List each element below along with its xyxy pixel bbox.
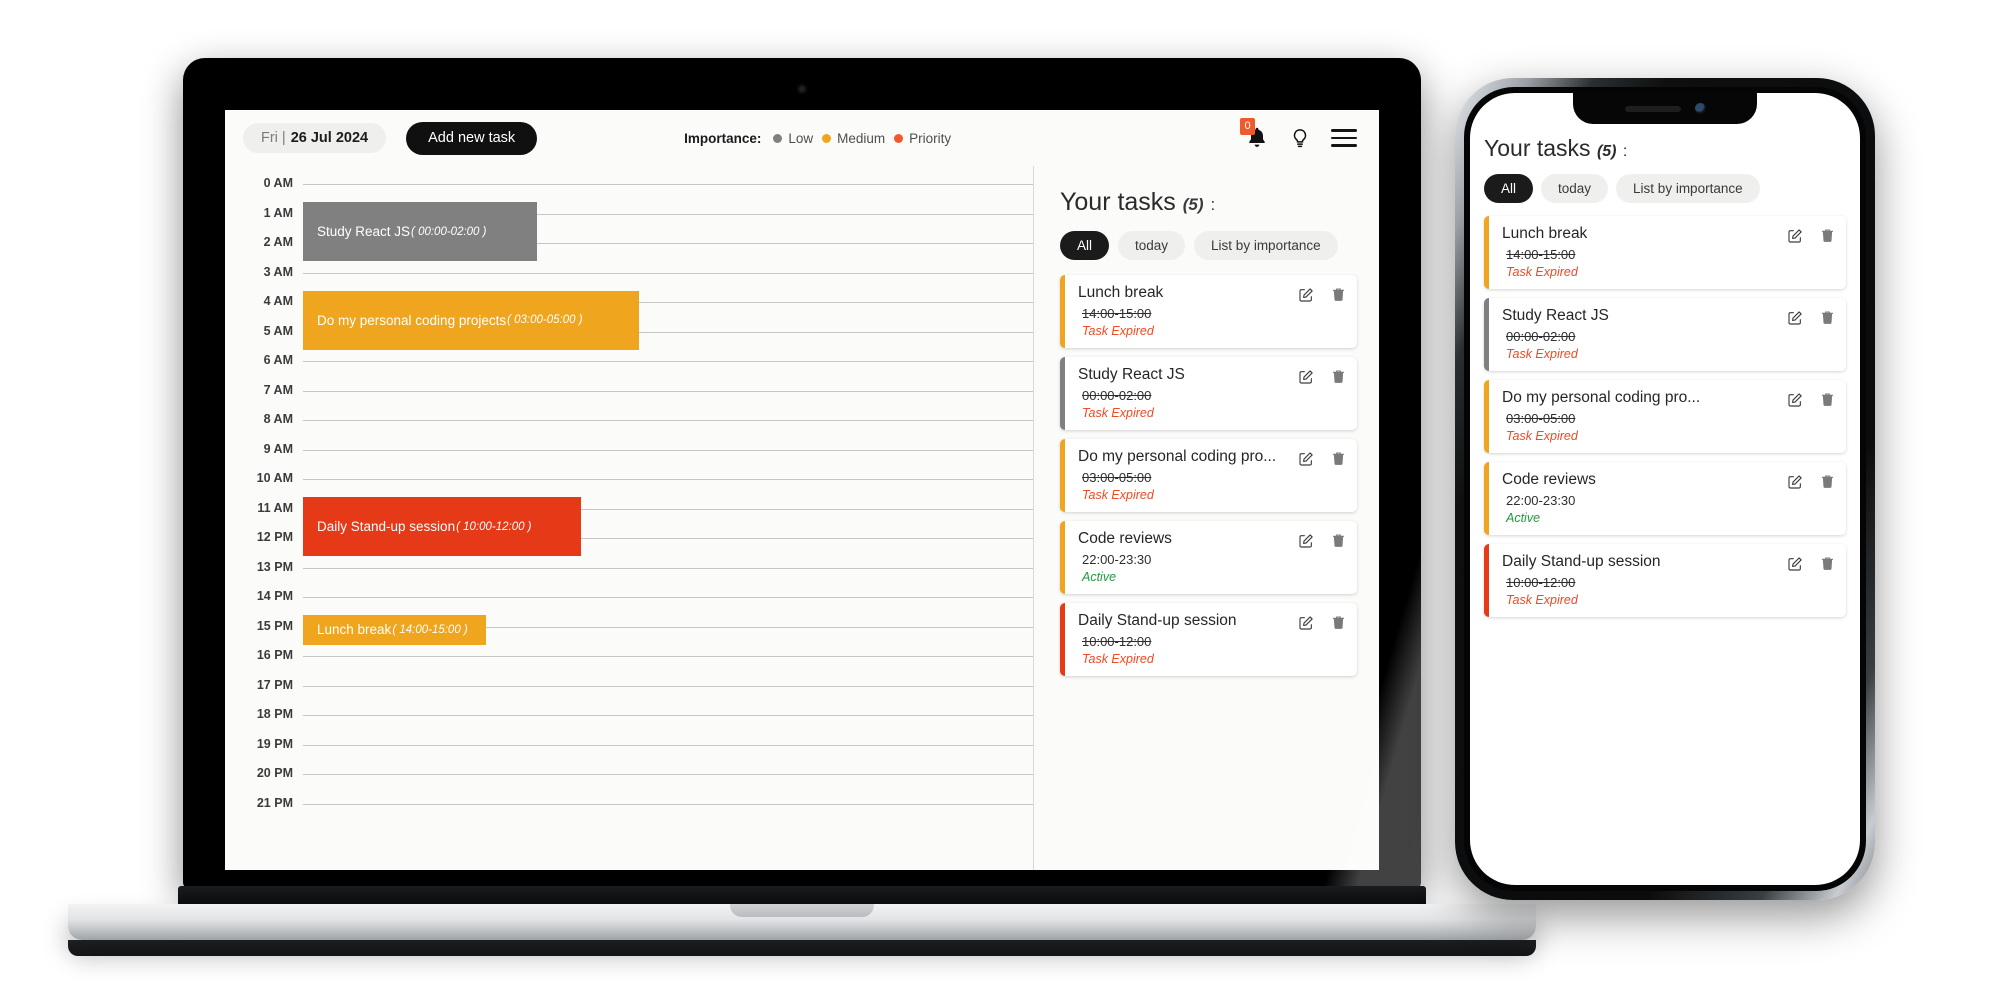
- edit-icon[interactable]: [1787, 392, 1803, 408]
- task-card-title: Study React JS: [1502, 307, 1609, 324]
- task-card-title: Daily Stand-up session: [1502, 553, 1661, 570]
- phone-tasks-colon: :: [1622, 143, 1628, 160]
- task-card-header: Code reviews: [1502, 471, 1835, 490]
- phone-bezel: Your tasks (5) : All today List by importa…: [1464, 87, 1866, 891]
- task-card-status: Task Expired: [1506, 429, 1578, 443]
- phone-filter-chip-all[interactable]: All: [1484, 174, 1534, 203]
- task-card-time: 14:00-15:00: [1506, 247, 1576, 262]
- trash-icon[interactable]: [1820, 391, 1835, 408]
- laptop-lid: Fri | 26 Jul 2024 Add new task Importanc…: [183, 58, 1421, 890]
- task-card-header: Lunch break: [1502, 225, 1835, 244]
- task-card-header: Study React JS: [1502, 307, 1835, 326]
- laptop-base-notch: [730, 904, 874, 917]
- trash-icon[interactable]: [1820, 555, 1835, 572]
- phone-task-filter-chips: All today List by importance: [1484, 174, 1846, 203]
- phone-tasks-heading-text: Your tasks: [1484, 135, 1591, 161]
- phone-front-camera-icon: [1694, 103, 1706, 114]
- task-card-title: Do my personal coding pro...: [1502, 389, 1701, 406]
- trash-icon[interactable]: [1820, 227, 1835, 244]
- edit-icon[interactable]: [1787, 556, 1803, 572]
- phone-task-app: Your tasks (5) : All today List by importa…: [1470, 93, 1860, 617]
- phone-task-card[interactable]: Lunch break 14:00-15:00 Task Expired: [1484, 216, 1846, 289]
- edit-icon[interactable]: [1787, 310, 1803, 326]
- task-card-actions: [1787, 471, 1835, 490]
- laptop-device-mockup: Fri | 26 Jul 2024 Add new task Importanc…: [68, 58, 1536, 956]
- notification-count-badge: 0: [1240, 118, 1255, 135]
- trash-icon[interactable]: [1820, 309, 1835, 326]
- edit-icon[interactable]: [1787, 228, 1803, 244]
- task-card-time: 22:00-23:30: [1506, 493, 1576, 508]
- task-card-status: Active: [1506, 511, 1541, 525]
- phone-task-card[interactable]: Do my personal coding pro... 03:00-05:00 T…: [1484, 380, 1846, 453]
- task-card-actions: [1787, 553, 1835, 572]
- phone-filter-chip-list-by-importance[interactable]: List by importance: [1616, 174, 1760, 203]
- task-card-title: Code reviews: [1502, 471, 1596, 488]
- task-card-header: Do my personal coding pro...: [1502, 389, 1835, 408]
- edit-icon[interactable]: [1787, 474, 1803, 490]
- task-card-status: Task Expired: [1506, 265, 1578, 279]
- laptop-lid-reflection: [183, 58, 1421, 890]
- task-card-title: Lunch break: [1502, 225, 1588, 242]
- task-card-time: 10:00-12:00: [1506, 575, 1576, 590]
- phone-task-card-list: Lunch break 14:00-15:00 Task Expired Study …: [1484, 216, 1846, 617]
- task-card-time: 03:00-05:00: [1506, 411, 1576, 426]
- trash-icon[interactable]: [1820, 473, 1835, 490]
- phone-frame: Your tasks (5) : All today List by importa…: [1455, 78, 1875, 900]
- task-card-actions: [1787, 307, 1835, 326]
- phone-device-mockup: Your tasks (5) : All today List by importa…: [1455, 78, 1875, 900]
- phone-task-card[interactable]: Daily Stand-up session 10:00-12:00 Task Ex…: [1484, 544, 1846, 617]
- screenshot-stage: Fri | 26 Jul 2024 Add new task Importanc…: [0, 0, 2000, 1000]
- task-card-header: Daily Stand-up session: [1502, 553, 1835, 572]
- laptop-base: [68, 904, 1536, 940]
- task-card-status: Task Expired: [1506, 347, 1578, 361]
- task-card-time: 00:00-02:00: [1506, 329, 1576, 344]
- phone-notch: [1573, 93, 1757, 124]
- phone-tasks-count: (5): [1596, 143, 1617, 160]
- task-card-actions: [1787, 389, 1835, 408]
- phone-task-card[interactable]: Code reviews 22:00-23:30 Active: [1484, 462, 1846, 535]
- task-card-status: Task Expired: [1506, 593, 1578, 607]
- phone-screen: Your tasks (5) : All today List by importa…: [1470, 93, 1860, 885]
- phone-task-card[interactable]: Study React JS 00:00-02:00 Task Expired: [1484, 298, 1846, 371]
- phone-tasks-heading: Your tasks (5) :: [1484, 135, 1846, 162]
- task-card-actions: [1787, 225, 1835, 244]
- phone-speaker-grille-icon: [1624, 105, 1681, 112]
- phone-filter-chip-today[interactable]: today: [1541, 174, 1609, 203]
- laptop-base-shadow: [68, 940, 1536, 956]
